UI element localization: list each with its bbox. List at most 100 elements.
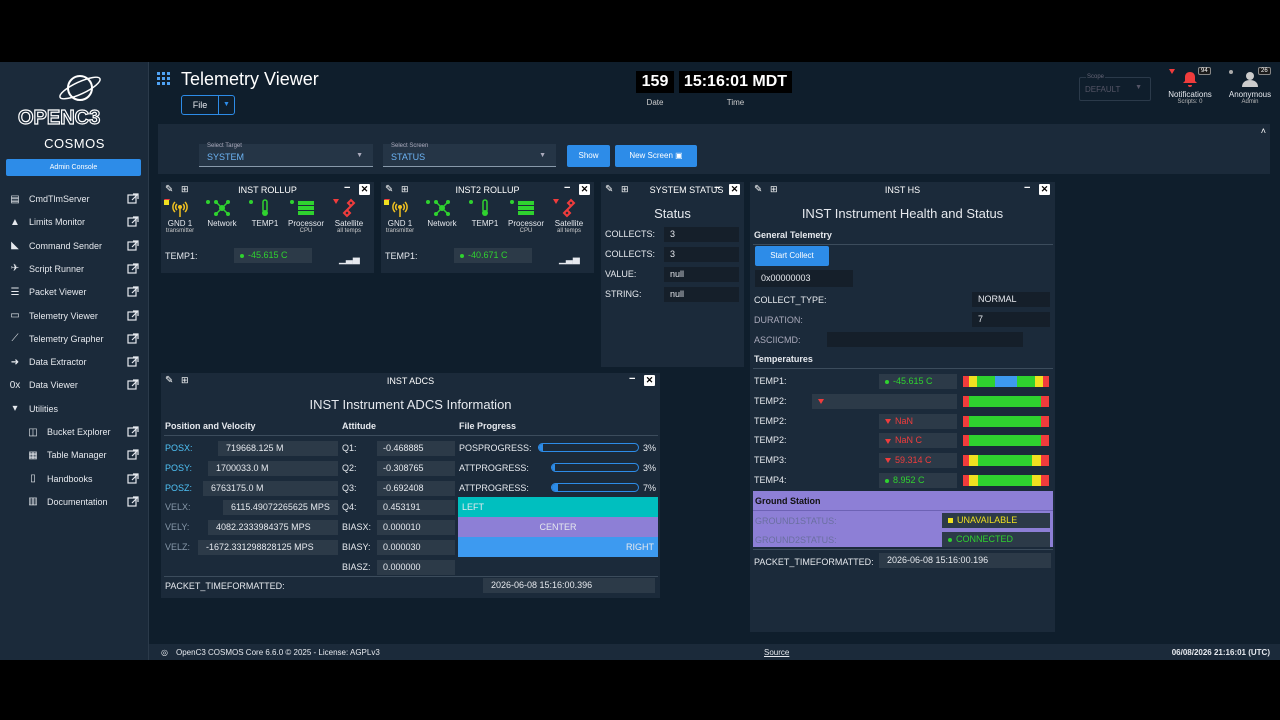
select-target[interactable]: Select Target SYSTEM ▼ [199,143,373,167]
pv-value: 4082.2333984375 MPS [208,520,338,536]
close-icon[interactable]: ✕ [644,375,655,386]
temp-label: TEMP2: [754,415,787,426]
sidebar-item-bucket-explorer[interactable]: ◫ Bucket Explorer [0,422,149,442]
open-new-tab-icon[interactable] [127,356,139,368]
sidebar-item-limits-monitor[interactable]: ▲ Limits Monitor [0,212,149,232]
open-new-tab-icon[interactable] [127,333,139,345]
sidebar-item-label: Limits Monitor [29,217,86,228]
attitude-row-label: BIASZ: [342,561,371,572]
sidebar-item-data-extractor[interactable]: ➜ Data Extractor [0,352,149,372]
alert-triangle-icon [818,398,824,404]
open-new-tab-icon[interactable] [127,216,139,228]
status-row-label: STRING: [605,289,642,299]
open-new-tab-icon[interactable] [127,449,139,461]
ground-station-section: Ground Station GROUND1STATUS: UNAVAILABL… [753,491,1053,547]
attitude-row-label: BIASX: [342,522,372,533]
minimize-icon[interactable]: − [629,373,635,385]
sidebar-item-utilities[interactable]: ▾ Utilities [0,399,149,419]
open-new-tab-icon[interactable] [127,379,139,391]
open-new-tab-icon[interactable] [127,263,139,275]
temp1-label: TEMP1: [165,251,198,261]
minimize-icon[interactable]: − [1024,182,1030,194]
sidebar-item-label: Command Sender [29,240,103,251]
progress-fill [539,444,543,451]
close-icon[interactable]: ✕ [359,184,370,195]
temp1-value: -40.671 C [454,248,532,263]
edit-icon[interactable]: ✎ [605,184,613,195]
attitude-row-value: 0.453191 [377,500,455,516]
close-icon[interactable]: ✕ [1039,184,1050,195]
pv-label: VELZ: [165,542,191,552]
status-row-value: 3 [664,227,739,242]
duration-value[interactable]: 7 [972,312,1050,327]
sidebar-item-cmdtlmserver[interactable]: ▤ CmdTlmServer [0,189,149,209]
rollup-temp1[interactable]: TEMP1 [245,197,285,228]
table-icon: ▦ [28,449,38,461]
temperatures-label: Temperatures [754,354,813,364]
user-menu-button[interactable]: Anonymous Admin [1222,70,1278,105]
sidebar-item-command-sender[interactable]: ◣ Command Sender [0,236,149,256]
sidebar-item-telemetry-viewer[interactable]: ▭ Telemetry Viewer [0,306,149,326]
rollup-satellite[interactable]: Satellite all temps [549,197,589,234]
status-dot [1229,70,1233,74]
rollup-processor[interactable]: Processor CPU [286,197,326,234]
chevron-down-icon: ▼ [539,152,546,159]
user-badge: 26 [1258,67,1271,75]
rollup-network[interactable]: Network [422,197,462,228]
rollup-temp1[interactable]: TEMP1 [465,197,505,228]
limits-segment [1041,415,1049,427]
admin-console-button[interactable]: Admin Console [6,159,141,176]
book-icon: ▯ [30,473,36,485]
sidebar-item-documentation[interactable]: ▥ Documentation [0,492,149,512]
rollup-network[interactable]: Network [202,197,242,228]
screen-area: Select Target SYSTEM ▼ Select Screen STA… [158,124,1270,648]
start-collect-button[interactable]: Start Collect [755,246,829,266]
sidebar-item-table-manager[interactable]: ▦ Table Manager [0,445,149,465]
warning-icon: ▲ [10,216,20,228]
open-new-tab-icon[interactable] [127,239,139,252]
open-new-tab-icon[interactable] [127,496,139,508]
open-new-tab-icon[interactable] [127,472,139,485]
select-screen[interactable]: Select Screen STATUS ▼ [383,143,556,167]
scope-select[interactable]: Scope DEFAULT ▼ [1079,74,1151,101]
open-new-tab-icon[interactable] [127,309,139,322]
apps-grid-icon[interactable] [157,72,171,86]
limits-segment [977,376,995,387]
show-button[interactable]: Show [567,145,610,167]
page-title: Telemetry Viewer [181,69,319,89]
sidebar-item-label: Handbooks [47,473,93,484]
notifications-button[interactable]: Notifications Scripts: 0 [1164,70,1216,105]
file-menu-button[interactable]: File ▼ [181,95,235,115]
status-dot [206,200,210,204]
pv-value: 6115.49072265625 MPS [223,500,338,516]
rollup-label: TEMP1 [251,219,279,228]
limits-segment [1041,395,1049,407]
rollup-satellite[interactable]: Satellite all temps [329,197,369,234]
rollup-processor[interactable]: Processor CPU [506,197,546,234]
sidebar-item-telemetry-grapher[interactable]: ⟋ Telemetry Grapher [0,329,149,349]
open-new-tab-icon[interactable] [127,426,139,438]
open-new-tab-icon[interactable] [127,286,139,298]
temp1-text: -45.615 C [248,250,288,260]
new-screen-button[interactable]: New Screen ▣ [615,145,697,167]
sidebar-item-data-viewer[interactable]: 0x Data Viewer [0,375,149,395]
minimize-icon[interactable]: − [714,182,720,194]
temp-label: TEMP3: [754,455,787,466]
asciicmd-input[interactable] [827,332,1023,347]
sidebar-item-handbooks[interactable]: ▯ Handbooks [0,469,149,489]
temp-value: 59.314 C [879,453,957,469]
minimize-icon[interactable]: − [344,182,350,194]
date-label: Date [646,98,664,107]
temp-text: 8.952 C [893,475,925,485]
position-velocity-label: Position and Velocity [165,421,256,431]
collapse-icon[interactable]: ˄ [1261,126,1266,136]
chevron-down-icon[interactable]: ▼ [218,96,234,114]
date-display: 159 [636,71,674,93]
minimize-icon[interactable]: − [564,182,570,194]
close-icon[interactable]: ✕ [729,184,740,195]
open-new-tab-icon[interactable] [127,193,139,205]
source-link[interactable]: Source [764,648,789,657]
sidebar-item-script-runner[interactable]: ✈ Script Runner [0,259,149,279]
sidebar-item-packet-viewer[interactable]: ☰ Packet Viewer [0,282,149,302]
close-icon[interactable]: ✕ [579,184,590,195]
